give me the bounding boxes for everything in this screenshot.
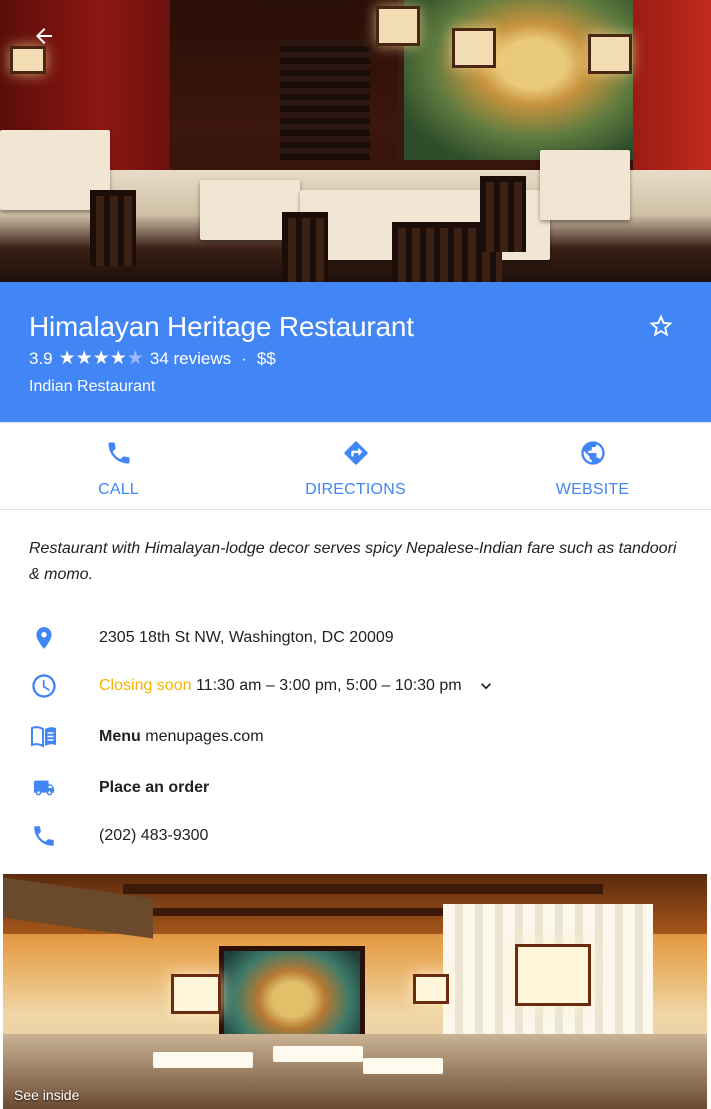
interior-photo-lamp — [515, 944, 591, 1006]
clock-icon — [30, 672, 58, 700]
hero-photo-shutter — [280, 40, 370, 160]
hours-row[interactable]: Closing soon 11:30 am – 3:00 pm, 5:00 – … — [0, 664, 711, 708]
star-empty-icon: ★ — [126, 348, 144, 369]
interior-photo-table — [363, 1058, 443, 1074]
separator-dot: · — [241, 349, 247, 368]
globe-icon — [580, 441, 605, 465]
truck-icon — [30, 774, 58, 802]
directions-button[interactable]: DIRECTIONS — [237, 423, 474, 509]
hero-photo-table — [540, 150, 630, 220]
action-bar: CALL DIRECTIONS WEBSITE — [0, 422, 711, 510]
location-pin-icon — [30, 624, 58, 652]
website-label: WEBSITE — [555, 481, 630, 498]
hero-photo-chair — [90, 190, 136, 266]
hero-photo-lantern — [376, 6, 420, 46]
phone-icon — [108, 442, 129, 464]
hero-photo[interactable] — [0, 0, 711, 282]
menu-text: Menu menupages.com — [99, 728, 264, 746]
place-name: Himalayan Heritage Restaurant — [29, 311, 414, 342]
hours-status: Closing soon — [99, 677, 192, 695]
back-button[interactable] — [24, 20, 64, 52]
menu-row[interactable]: Menu menupages.com — [0, 715, 711, 759]
interior-photo-table — [273, 1046, 363, 1062]
directions-icon — [343, 441, 368, 465]
hero-photo-chair — [282, 212, 328, 282]
menu-label: Menu — [99, 728, 141, 745]
menu-book-icon — [30, 723, 58, 751]
save-button[interactable] — [647, 312, 675, 340]
hours-range: 11:30 am – 3:00 pm, 5:00 – 10:30 pm — [195, 677, 462, 695]
menu-site[interactable]: menupages.com — [145, 728, 263, 745]
reviews-link[interactable]: 34 reviews — [150, 348, 231, 370]
hero-photo-lantern — [452, 28, 496, 68]
hero-photo-tapestry — [398, 0, 639, 160]
hero-photo-chair — [480, 176, 526, 252]
phone-text: (202) 483-9300 — [99, 827, 209, 844]
phone-row[interactable]: (202) 483-9300 — [0, 814, 711, 858]
call-button[interactable]: CALL — [0, 423, 237, 509]
chevron-down-icon[interactable] — [476, 676, 496, 696]
star-filled-icon: ★ — [92, 348, 110, 369]
phone-icon — [30, 822, 58, 850]
website-button[interactable]: WEBSITE — [474, 423, 711, 509]
star-filled-icon: ★ — [109, 348, 127, 369]
hero-photo-lantern — [588, 34, 632, 74]
star-filled-icon: ★ — [75, 348, 93, 369]
interior-photo-beam — [123, 884, 603, 894]
interior-photo-lamp — [413, 974, 449, 1004]
arrow-back-icon — [36, 28, 52, 44]
order-row[interactable]: Place an order — [0, 766, 711, 810]
place-category[interactable]: Indian Restaurant — [29, 376, 711, 398]
star-filled-icon: ★ — [58, 348, 76, 369]
interior-photo-table — [153, 1052, 253, 1068]
rating-stars: ★★★★★ — [59, 348, 144, 370]
interior-photo-lamp — [171, 974, 221, 1014]
address-row[interactable]: 2305 18th St NW, Washington, DC 20009 — [0, 616, 711, 660]
order-label: Place an order — [99, 779, 210, 796]
place-description: Restaurant with Himalayan-lodge decor se… — [29, 540, 677, 583]
place-header: Himalayan Heritage Restaurant 3.9 ★★★★★ … — [0, 282, 711, 422]
price-level: $$ — [256, 349, 276, 368]
interior-photo[interactable]: See inside — [3, 874, 707, 1109]
hours-text: Closing soon 11:30 am – 3:00 pm, 5:00 – … — [99, 676, 496, 696]
see-inside-label: See inside — [14, 1087, 80, 1103]
call-label: CALL — [98, 481, 139, 498]
rating-value: 3.9 — [29, 349, 53, 368]
rating-line: 3.9 ★★★★★ 34 reviews · $$ — [29, 348, 711, 370]
directions-label: DIRECTIONS — [305, 481, 406, 498]
address-text: 2305 18th St NW, Washington, DC 20009 — [99, 629, 394, 646]
star-outline-icon — [649, 314, 673, 337]
